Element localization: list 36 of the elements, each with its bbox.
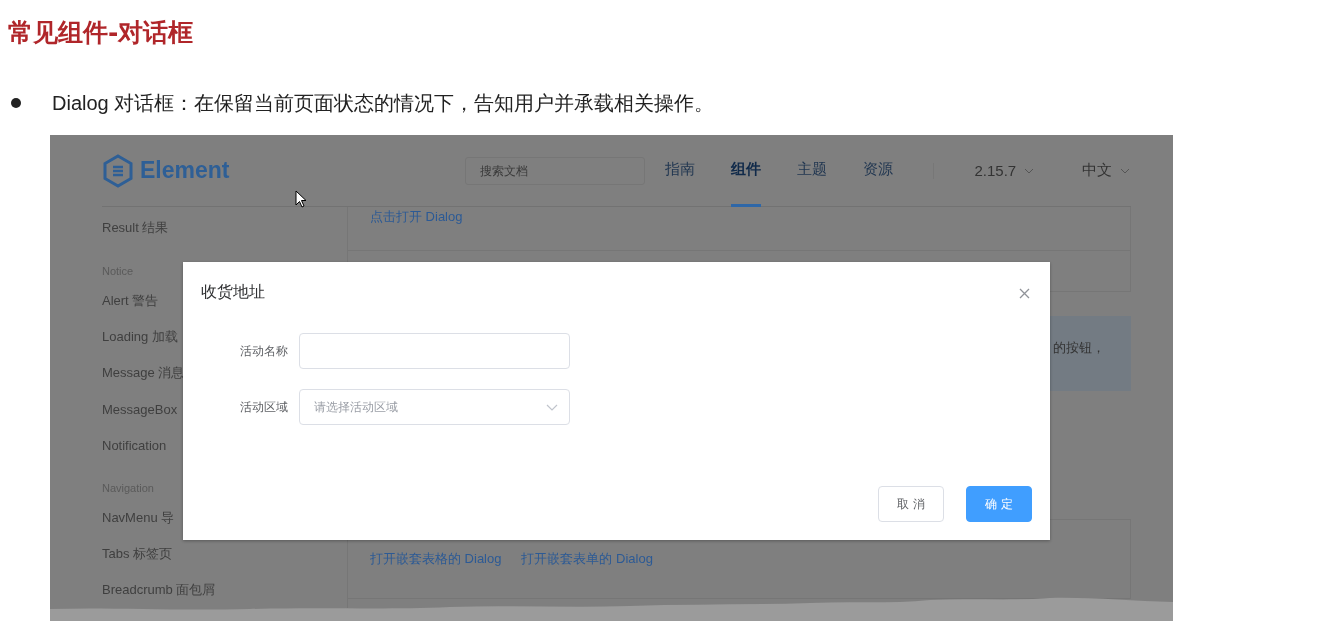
search-field[interactable]: 搜索文档	[465, 156, 646, 185]
logo[interactable]: Element	[102, 153, 230, 188]
close-icon[interactable]	[1019, 288, 1030, 299]
sidebar-item[interactable]: Notification	[102, 437, 167, 453]
dialog-title: 收货地址	[201, 282, 265, 302]
tip-text: 的按钮，	[1053, 340, 1105, 355]
nav-tab[interactable]: 组件	[731, 135, 762, 207]
nav-tab[interactable]: 指南	[665, 135, 696, 207]
bullet-icon	[10, 97, 22, 109]
version-dropdown[interactable]: 2.15.7	[974, 162, 1035, 179]
chevron-down-icon	[546, 404, 558, 411]
open-dialog-link[interactable]: 点击打开 Dialog	[370, 209, 463, 224]
sidebar-item[interactable]: Alert 警告	[102, 292, 159, 310]
confirm-button[interactable]: 确 定	[966, 486, 1032, 522]
select-field[interactable]: 请选择活动区域	[299, 389, 570, 425]
caret-icon	[1024, 167, 1035, 174]
slide-title: 常见组件-对话框	[7, 17, 195, 49]
cancel-button[interactable]: 取 消	[878, 486, 944, 522]
caret-icon	[1120, 167, 1131, 174]
nav-tab[interactable]: 资源	[863, 135, 894, 207]
sidebar-item[interactable]: Breadcrumb 面包屑	[102, 581, 216, 599]
sidebar-item[interactable]: Result 结果	[102, 219, 169, 237]
nav-tab[interactable]: 主题	[797, 135, 828, 207]
sidebar-item[interactable]: NavMenu 导	[102, 509, 175, 527]
input-field[interactable]	[299, 333, 570, 369]
demo-link[interactable]: 打开嵌套表单的 Dialog	[521, 550, 653, 568]
sidebar-item[interactable]: Message 消息	[102, 364, 185, 382]
sidebar-item[interactable]: MessageBox	[102, 401, 178, 417]
language-dropdown[interactable]: 中文	[1082, 161, 1131, 180]
bullet-text: Dialog 对话框：在保留当前页面状态的情况下，告知用户并承载相关操作。	[52, 90, 715, 116]
pointer-icon	[295, 190, 307, 208]
form-label: 活动名称	[239, 342, 289, 360]
sidebar-item[interactable]: Tabs 标签页	[102, 545, 173, 563]
form-label: 活动区域	[239, 398, 289, 416]
sidebar-item[interactable]: Loading 加载	[102, 328, 178, 346]
demo-link[interactable]: 打开嵌套表格的 Dialog	[370, 550, 502, 568]
